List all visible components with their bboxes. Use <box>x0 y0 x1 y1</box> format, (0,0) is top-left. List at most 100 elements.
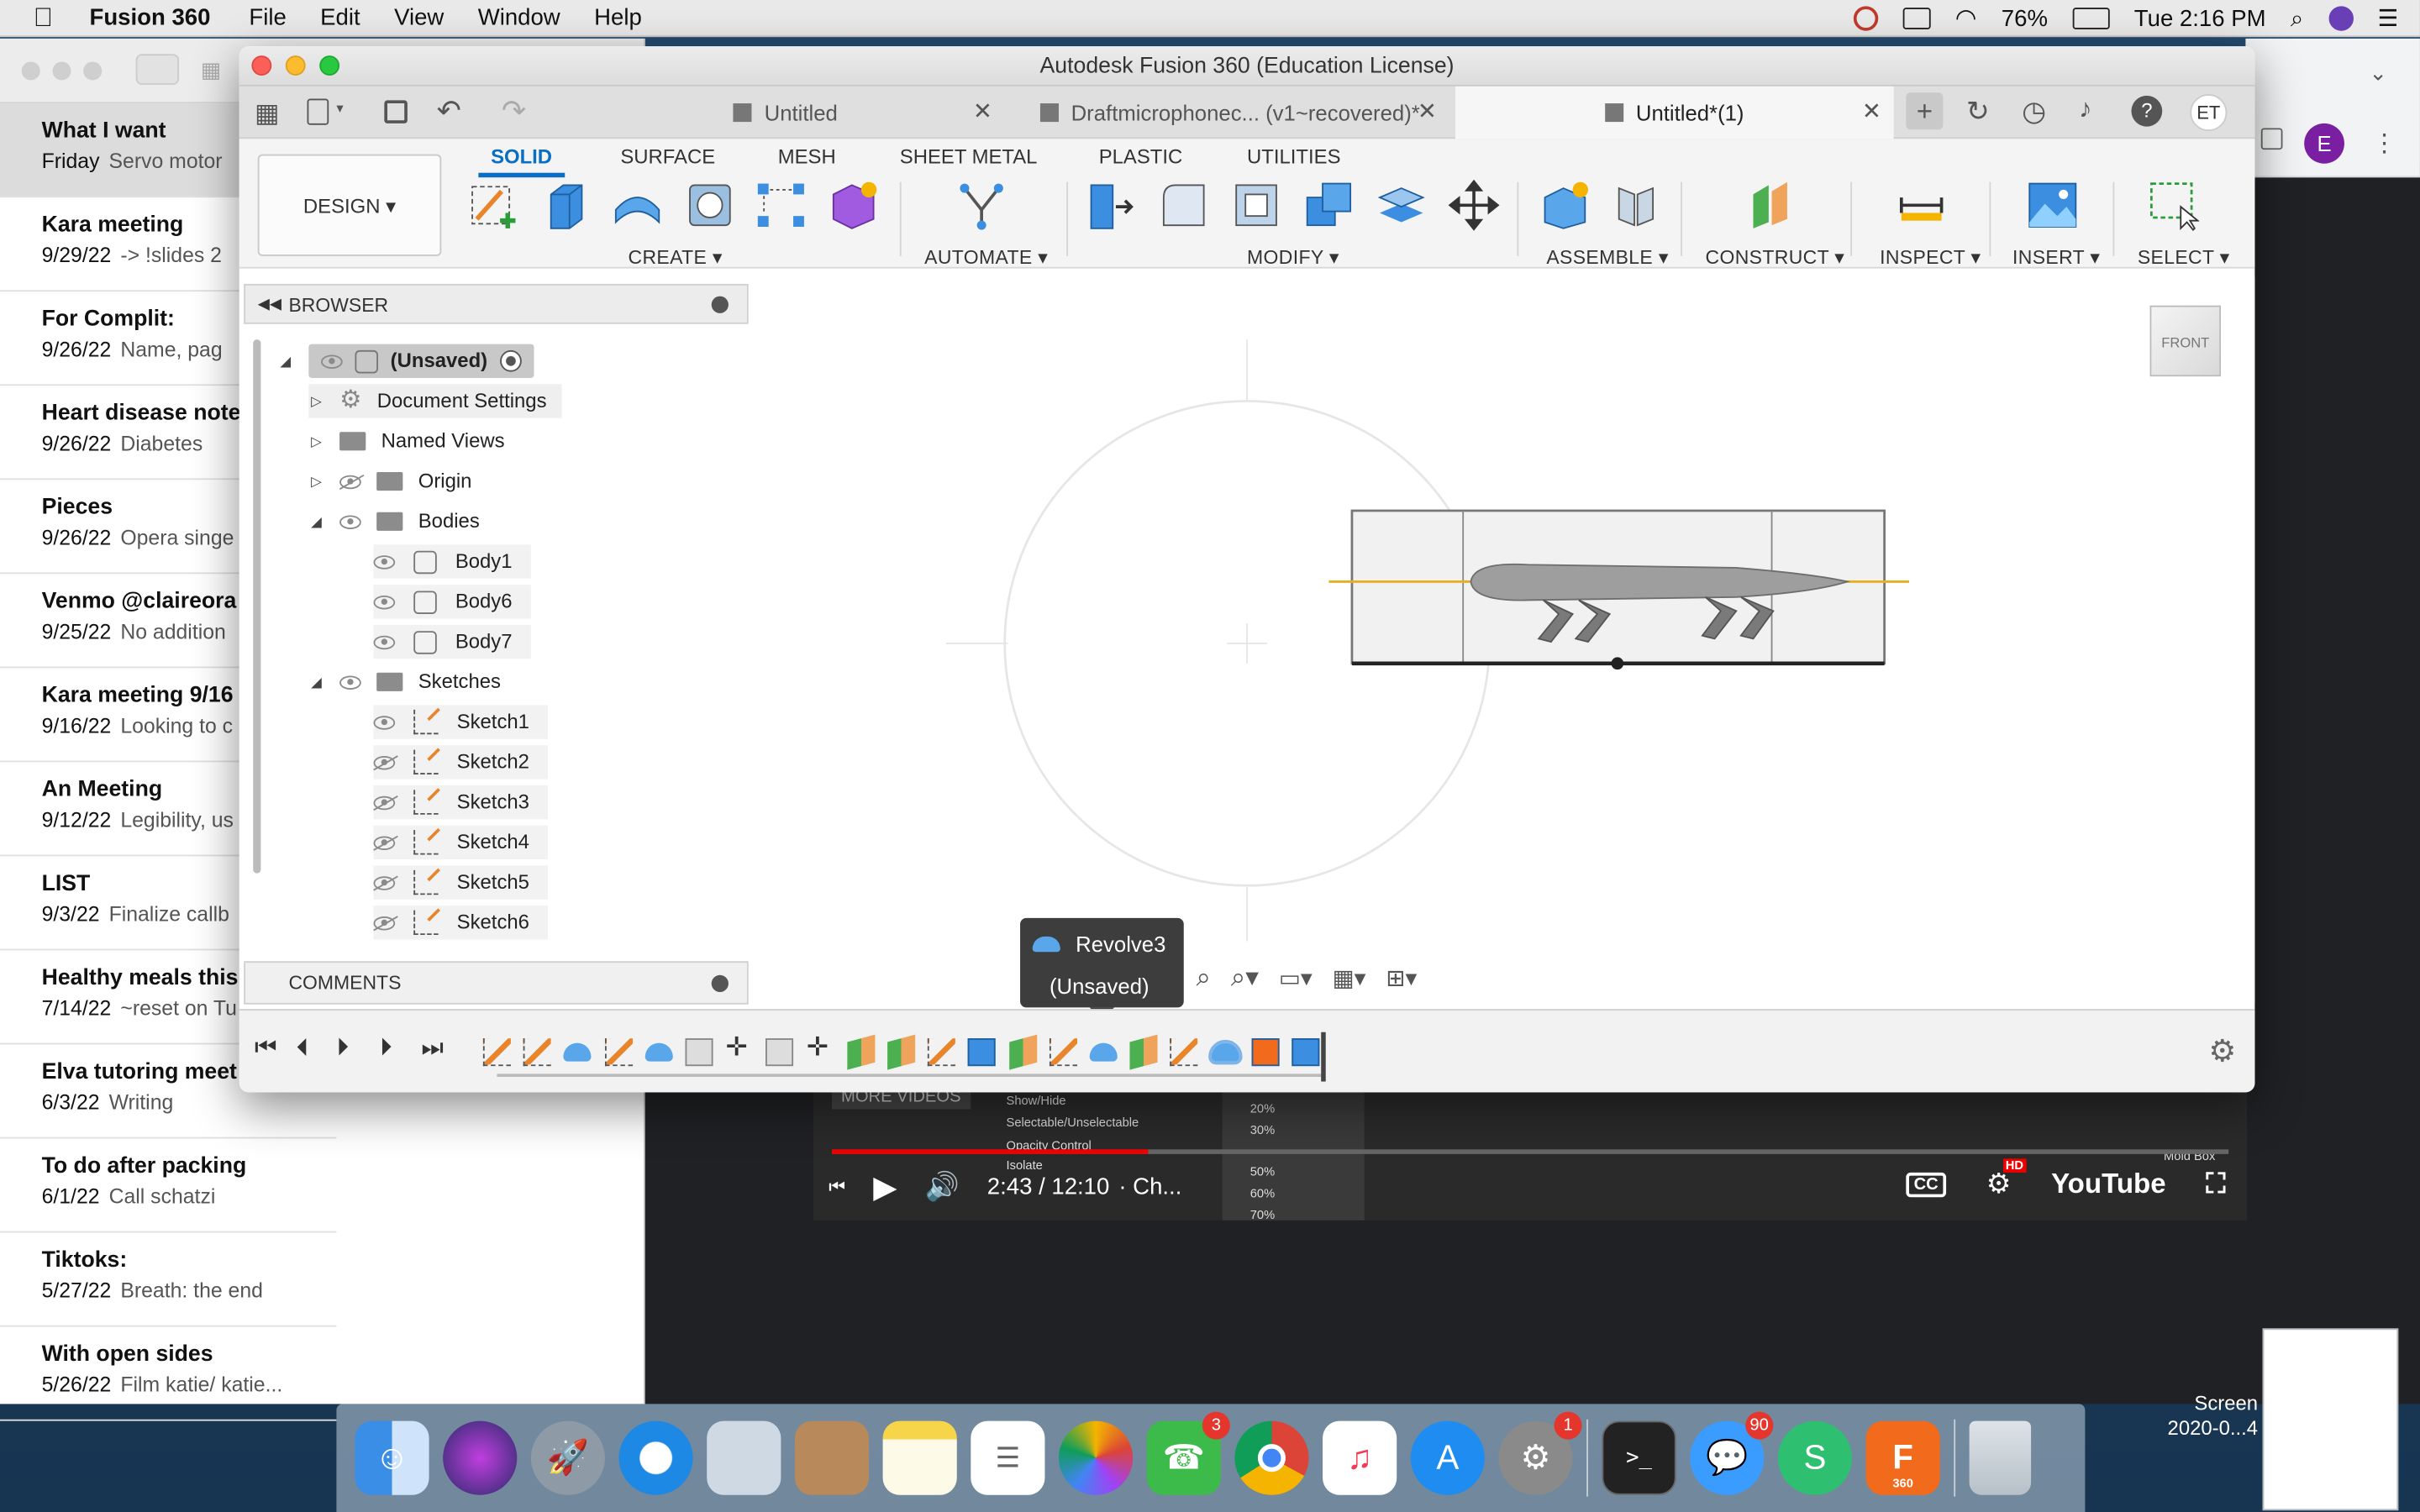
siri-icon[interactable] <box>2328 6 2354 31</box>
assemble-menu[interactable]: ASSEMBLE ▾ <box>1546 245 1668 269</box>
model-canvas[interactable] <box>749 278 2255 1003</box>
hidden-eye-icon[interactable] <box>373 755 396 769</box>
file-menu-icon[interactable] <box>307 98 329 125</box>
timeline-plane-icon[interactable] <box>1129 1034 1158 1070</box>
tree-sketch-item[interactable]: Sketch5 <box>373 865 548 900</box>
hidden-eye-icon[interactable] <box>373 916 396 930</box>
timeline-sketch-icon[interactable] <box>604 1038 633 1067</box>
hidden-eye-icon[interactable] <box>373 835 396 850</box>
zoom-icon[interactable] <box>83 61 103 81</box>
save-icon[interactable] <box>384 100 408 123</box>
help-icon[interactable]: ? <box>2131 95 2163 127</box>
menu-window[interactable]: Window <box>461 5 577 31</box>
comments-panel[interactable]: COMMENTS <box>244 961 749 1005</box>
tree-origin[interactable]: ▷ Origin <box>308 465 471 498</box>
timeline-combine-icon[interactable] <box>1251 1038 1280 1067</box>
reading-list-icon[interactable] <box>2260 128 2283 150</box>
tab-untitled-1[interactable]: Untitled*(1) ✕ <box>1455 86 1894 139</box>
notification-bell-icon[interactable]: ♪ <box>2079 94 2092 125</box>
tree-document-settings[interactable]: ▷ ⚙ Document Settings <box>308 384 562 418</box>
modify-menu[interactable]: MODIFY ▾ <box>1247 245 1339 269</box>
redo-icon[interactable]: ↷ <box>502 94 526 129</box>
tab-untitled[interactable]: Untitled ✕ <box>566 87 1005 139</box>
tab-sheet-metal[interactable]: SHEET METAL <box>900 145 1038 169</box>
insert-menu[interactable]: INSERT ▾ <box>2012 245 2100 269</box>
measure-icon[interactable] <box>1895 179 1947 231</box>
chrome-dock-icon[interactable] <box>1234 1420 1309 1495</box>
zoom-window-icon[interactable]: ⌕▾ <box>1231 963 1259 994</box>
settings-gear-icon[interactable]: ⚙ HD <box>1986 1158 2027 1200</box>
close-tab-icon[interactable]: ✕ <box>1418 87 1437 139</box>
launchpad-icon[interactable]: 🚀 <box>530 1420 605 1495</box>
tree-named-views[interactable]: ▷ Named Views <box>308 424 504 458</box>
offset-face-icon[interactable] <box>1375 179 1427 231</box>
expand-toggle-icon[interactable]: ▷ <box>308 424 324 458</box>
data-panel-icon[interactable]: ↻ <box>1966 96 1990 129</box>
timeline-settings-icon[interactable]: ⚙ <box>2208 1032 2236 1071</box>
tab-solid[interactable]: SOLID <box>478 145 565 178</box>
timeline-marker[interactable] <box>1321 1032 1326 1082</box>
new-tab-icon[interactable]: + <box>1906 92 1944 130</box>
menu-view[interactable]: View <box>377 5 461 31</box>
display-settings-icon[interactable]: ▭▾ <box>1279 964 1313 992</box>
tree-sketch-item[interactable]: Sketch6 <box>373 906 548 940</box>
list-view-icon[interactable] <box>135 54 180 86</box>
shell-icon[interactable] <box>1230 179 1282 231</box>
close-window-icon[interactable] <box>251 55 272 76</box>
close-icon[interactable] <box>21 61 40 81</box>
list-item[interactable]: Tiktoks: 5/27/22 Breath: the end <box>0 1233 337 1327</box>
chapter-label[interactable]: · Ch... <box>1118 1174 1181 1200</box>
gallery-view-icon[interactable]: ▦ <box>201 57 221 83</box>
menu-file[interactable]: File <box>232 5 303 31</box>
tree-bodies[interactable]: ◢ Bodies <box>308 505 480 538</box>
tree-sketches[interactable]: ◢ Sketches <box>308 665 501 699</box>
volume-icon[interactable]: 🔊 <box>925 1171 960 1204</box>
hidden-eye-icon[interactable] <box>339 474 361 489</box>
list-item[interactable]: With open sides 5/26/22 Film katie/ katie.… <box>0 1327 337 1421</box>
shazam-icon[interactable]: S <box>1777 1420 1853 1495</box>
timeline-plane-icon[interactable] <box>1008 1034 1037 1070</box>
timeline-sketch-icon[interactable] <box>523 1038 552 1067</box>
previous-icon[interactable]: ⏮ <box>829 1176 845 1200</box>
press-pull-icon[interactable] <box>1085 179 1137 231</box>
mail-stamp-icon[interactable] <box>707 1420 781 1495</box>
step-forward-icon[interactable]: ⏵ <box>380 1035 392 1063</box>
create-sketch-icon[interactable] <box>468 179 520 231</box>
menu-edit[interactable]: Edit <box>303 5 377 31</box>
expand-toggle-icon[interactable]: ▷ <box>308 384 324 417</box>
minimize-window-icon[interactable] <box>285 55 306 76</box>
clock[interactable]: Tue 2:16 PM <box>2134 5 2266 31</box>
extrude-icon[interactable] <box>539 179 591 231</box>
combine-icon[interactable] <box>1302 179 1355 231</box>
move-copy-icon[interactable] <box>1448 179 1500 231</box>
messages-icon[interactable]: 💬 90 <box>1690 1411 1774 1495</box>
collapse-toggle-icon[interactable]: ◢ <box>308 505 324 538</box>
expand-toggle-icon[interactable]: ◢ <box>278 344 293 378</box>
tree-root[interactable]: ◢ (Unsaved) <box>278 344 534 378</box>
apps-grid-icon[interactable]: ▦ <box>255 99 280 130</box>
timeline-move-icon[interactable]: ✛ <box>807 1032 834 1062</box>
automate-menu[interactable]: AUTOMATE ▾ <box>924 245 1048 269</box>
undo-icon[interactable]: ↶ <box>437 94 461 129</box>
reminders-icon[interactable]: ☰ <box>971 1420 1045 1495</box>
create-menu[interactable]: CREATE ▾ <box>629 245 723 269</box>
app-menu[interactable]: Fusion 360 <box>87 5 232 31</box>
automate-icon[interactable] <box>955 179 1007 231</box>
timeline-sketch-icon[interactable] <box>1049 1038 1077 1067</box>
user-avatar[interactable]: ET <box>2190 94 2228 132</box>
timeline-extrude-icon[interactable] <box>968 1038 997 1067</box>
facetime-icon[interactable]: ☎ 3 <box>1146 1411 1230 1495</box>
tree-sketch-item[interactable]: Sketch2 <box>373 745 548 780</box>
add-comment-icon[interactable] <box>711 974 729 992</box>
fullscreen-icon[interactable]: ⛶ <box>2206 1168 2225 1200</box>
tree-body-item[interactable]: Body6 <box>373 585 531 619</box>
browser-scrollbar[interactable] <box>253 339 261 874</box>
visibility-eye-icon[interactable] <box>373 634 396 649</box>
timeline-joint-icon[interactable] <box>765 1038 794 1067</box>
screenshot-thumbnail[interactable] <box>2262 1328 2399 1511</box>
grid-settings-icon[interactable]: ▦▾ <box>1333 964 1366 992</box>
model-body[interactable] <box>1328 509 1909 670</box>
tree-sketch-item[interactable]: Sketch4 <box>373 825 548 860</box>
notes-app-icon[interactable] <box>882 1420 957 1495</box>
photos-icon[interactable] <box>1058 1420 1134 1495</box>
